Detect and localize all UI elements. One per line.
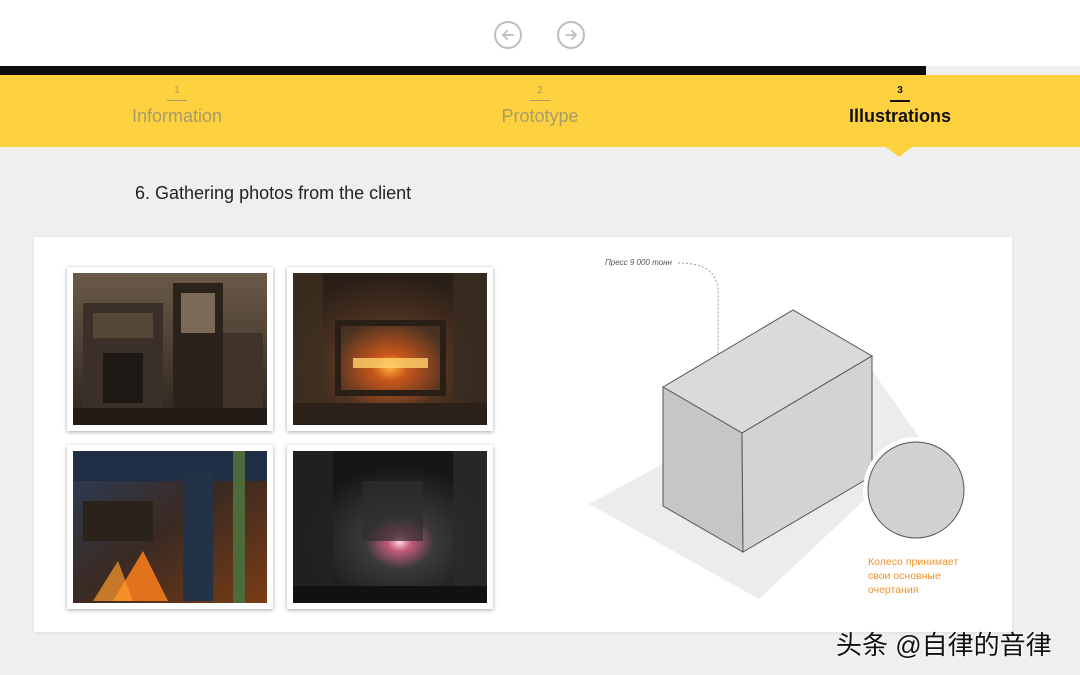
tab-prototype[interactable]: 2 Prototype — [430, 75, 650, 147]
wheel-caption: Колесо принимает свои основные очертания — [868, 555, 958, 597]
step-label: Information — [131, 106, 223, 126]
molten-metal-photo — [67, 445, 273, 609]
arrow-right-icon — [565, 30, 577, 40]
forge-furnace-photo — [287, 267, 493, 431]
arrow-left-icon — [502, 30, 514, 40]
step-number: 3 — [897, 85, 903, 96]
step-underline — [530, 100, 550, 101]
next-button[interactable] — [557, 21, 585, 49]
wheel-caption-line: очертания — [868, 584, 919, 596]
top-toolbar — [0, 0, 1080, 66]
section-title: 6. Gathering photos from the client — [135, 183, 412, 203]
forge-furnace-image — [293, 273, 487, 425]
watermark-text: 头条 @自律的音律 — [836, 630, 1052, 660]
step-number: 2 — [537, 85, 543, 96]
factory-press-photo — [67, 267, 273, 431]
step-label: Illustrations — [848, 106, 951, 126]
wheel-caption-line: свои основные — [868, 570, 941, 582]
wheel-caption-line: Колесо принимает — [868, 556, 959, 568]
step-underline — [890, 100, 910, 102]
prev-button[interactable] — [494, 21, 522, 49]
tab-information[interactable]: 1 Information — [67, 75, 287, 147]
active-tab-pointer — [886, 147, 912, 157]
molten-metal-image — [73, 451, 267, 603]
step-tabs: 1 Information 2 Prototype 3 Illustration… — [0, 75, 1080, 147]
tab-illustrations[interactable]: 3 Illustrations — [790, 75, 1010, 147]
dark-furnace-photo — [287, 445, 493, 609]
step-underline — [167, 100, 187, 101]
dark-furnace-image — [293, 451, 487, 603]
factory-press-image — [73, 273, 267, 425]
step-label: Prototype — [501, 106, 579, 126]
progress-bar — [0, 66, 926, 75]
wheel-circle — [867, 441, 965, 539]
step-number: 1 — [174, 85, 180, 96]
content-card: Пресс 9 000 тонн Колесо принимает свои о… — [34, 237, 1012, 632]
callout-label: Пресс 9 000 тонн — [605, 258, 672, 267]
callout-line — [677, 262, 719, 359]
